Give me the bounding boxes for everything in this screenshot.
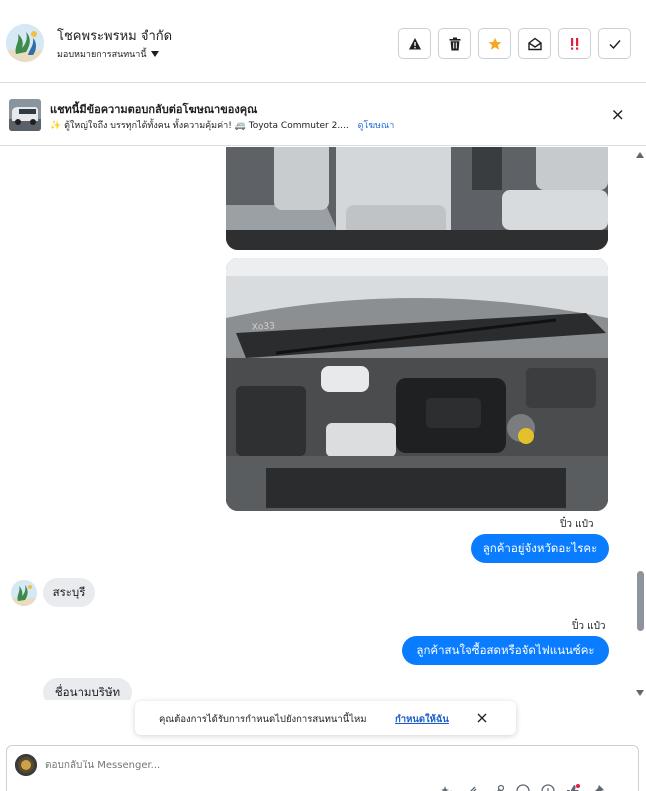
- clock-icon: [541, 784, 555, 791]
- star-icon: [488, 37, 501, 50]
- mark-unread-icon: [527, 37, 542, 50]
- message-photo[interactable]: Xo33: [226, 258, 608, 511]
- user-avatar: [15, 754, 37, 776]
- assign-prompt-toast: คุณต้องการได้รับการกำหนดไปยังการสนทนานี้…: [135, 701, 516, 735]
- priority-icon: [570, 37, 578, 50]
- incoming-message[interactable]: ชื่อนามบริษัท: [43, 678, 132, 700]
- ad-caption: ✨ ตู้ใหญ่ใจถึง บรรทุกได้ทั้งคน ทั้งความค…: [50, 121, 349, 131]
- header-actions: [398, 28, 631, 59]
- more-button[interactable]: [590, 783, 606, 791]
- assign-to-me-link[interactable]: กำหนดให้ฉัน: [395, 712, 449, 727]
- report-icon: [408, 37, 421, 49]
- scroll-up-arrow-icon[interactable]: [636, 152, 644, 158]
- link-button[interactable]: [490, 783, 506, 791]
- pin-icon: [595, 785, 604, 791]
- scrollbar-thumb[interactable]: [637, 571, 644, 631]
- like-button[interactable]: [565, 783, 581, 791]
- sparkle-icon: [441, 786, 452, 791]
- caret-down-icon: [150, 51, 159, 57]
- assign-dropdown[interactable]: มอบหมายการสนทนานี้: [57, 47, 159, 61]
- thumbs-up-icon: [567, 784, 580, 791]
- close-icon: [477, 713, 487, 723]
- mark-unread-button[interactable]: [518, 28, 551, 59]
- composer-toolbar: [440, 783, 606, 791]
- incoming-message[interactable]: สระบุรี: [43, 578, 95, 607]
- delete-button[interactable]: [438, 28, 471, 59]
- reply-input[interactable]: [45, 760, 445, 771]
- ad-reply-banner: แชทนี้มีข้อความตอบกลับต่อโฆษณาของคุณ ✨ ต…: [0, 84, 646, 146]
- report-button[interactable]: [398, 28, 431, 59]
- message-thread[interactable]: Xo33 ปิ๋ว แป๋ว ลูกค้าอยู่จังหวัดอะไรคะ ส…: [0, 147, 646, 700]
- ad-banner-title: แชทนี้มีข้อความตอบกลับต่อโฆษณาของคุณ: [50, 103, 258, 116]
- outgoing-message[interactable]: ลูกค้าสนใจซื้อสดหรือจัดไฟแนนซ์คะ: [402, 636, 609, 665]
- page-name: โชคพระพรหม จำกัด: [57, 29, 173, 44]
- check-icon: [609, 39, 621, 49]
- link-icon: [494, 784, 505, 791]
- smile-icon: [516, 784, 530, 791]
- svg-text:Xo33: Xo33: [252, 321, 276, 333]
- conversation-header: โชคพระพรหม จำกัด มอบหมายการสนทนานี้: [0, 0, 646, 83]
- paperclip-icon: [470, 786, 477, 791]
- reply-composer: [6, 745, 639, 791]
- contact-avatar[interactable]: [11, 580, 37, 606]
- trash-icon: [449, 37, 460, 50]
- sender-name: ปิ๋ว แป๋ว: [560, 519, 594, 530]
- attach-button[interactable]: [465, 783, 481, 791]
- close-icon: [613, 110, 623, 120]
- ad-thumbnail: [9, 99, 41, 131]
- view-ad-link[interactable]: ดูโฆษณา: [358, 121, 395, 131]
- close-banner-button[interactable]: [611, 107, 625, 126]
- outgoing-message[interactable]: ลูกค้าอยู่จังหวัดอะไรคะ: [471, 534, 609, 563]
- ad-banner-subtitle: ✨ ตู้ใหญ่ใจถึง บรรทุกได้ทั้งคน ทั้งความค…: [50, 118, 394, 132]
- status-button[interactable]: [540, 783, 556, 791]
- scroll-down-arrow-icon[interactable]: [636, 690, 644, 696]
- sender-name: ปิ๋ว แป๋ว: [572, 621, 606, 632]
- emoji-button[interactable]: [515, 783, 531, 791]
- inbox-conversation: โชคพระพรหม จำกัด มอบหมายการสนทนานี้ แชทน…: [0, 0, 646, 791]
- saved-replies-button[interactable]: [440, 783, 456, 791]
- dismiss-toast-button[interactable]: [476, 712, 488, 727]
- assign-prompt-text: คุณต้องการได้รับการกำหนดไปยังการสนทนานี้…: [159, 714, 367, 725]
- star-button[interactable]: [478, 28, 511, 59]
- page-avatar[interactable]: [6, 24, 44, 62]
- done-button[interactable]: [598, 28, 631, 59]
- priority-button[interactable]: [558, 28, 591, 59]
- assign-label: มอบหมายการสนทนานี้: [57, 50, 147, 60]
- message-photo[interactable]: [226, 147, 608, 250]
